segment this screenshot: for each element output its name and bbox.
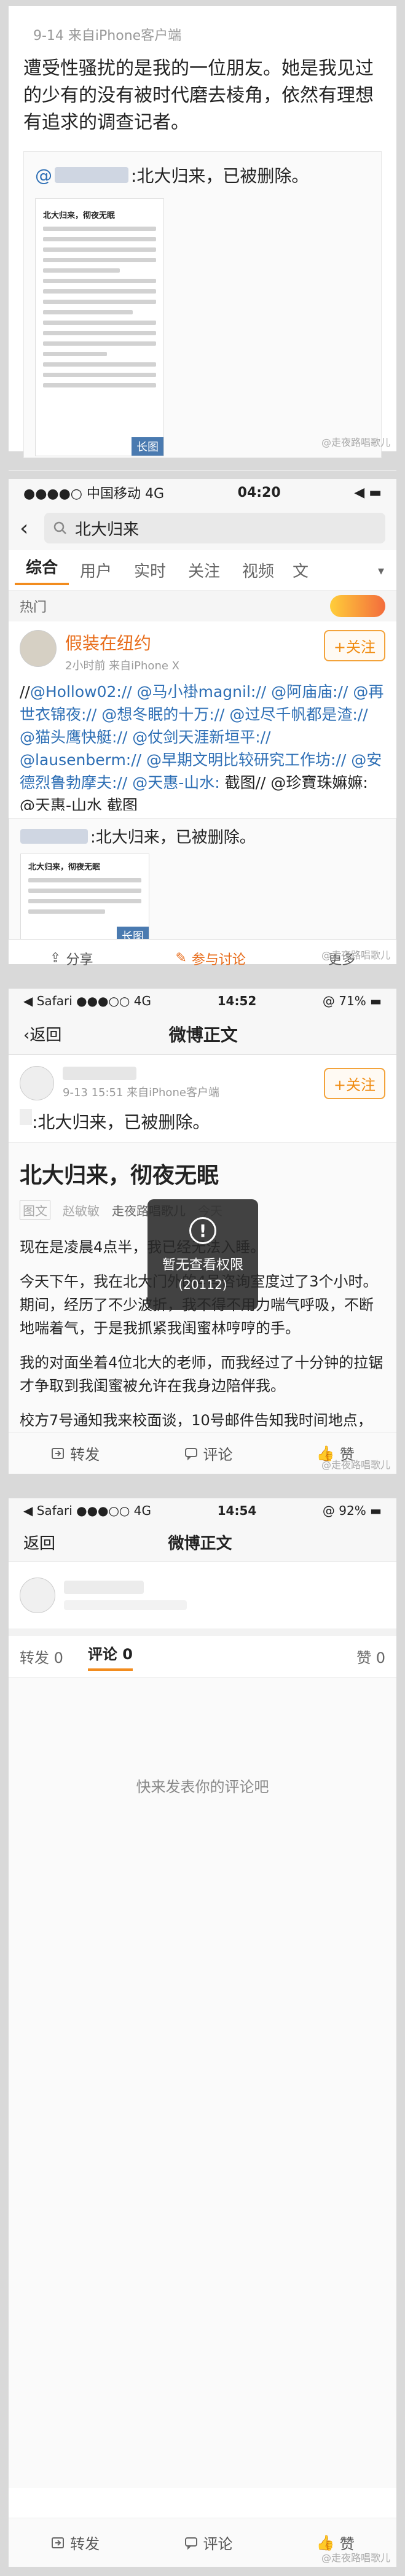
tab-reposts[interactable]: 转发 0	[20, 1646, 63, 1667]
watermark: @走夜路唱歌儿	[321, 2552, 390, 2564]
tab-likes[interactable]: 赞 0	[356, 1646, 385, 1667]
post-card-1: 9-14 来自iPhone客户端 遭受性骚扰的是我的一位朋友。她是我见过的少有的…	[9, 6, 396, 501]
follow-button[interactable]: +关注	[323, 1067, 385, 1099]
toast-title: 暂无查看权限	[162, 1258, 243, 1273]
nav-bar: 返回 微博正文	[9, 1523, 396, 1562]
follow-button[interactable]: +关注	[323, 630, 385, 661]
quoted-post[interactable]: :北大归来，已被删除。 北大归来，彻夜无眠 长图	[9, 818, 396, 940]
watermark: @走夜路唱歌儿	[321, 437, 390, 448]
hot-label: 热门	[20, 600, 47, 615]
status-bar: ◀ Safari ●●●○○ 4G 14:52 @ 71% ▬	[9, 989, 396, 1013]
blurred-username	[63, 1067, 136, 1080]
page-title: 微博正文	[168, 1024, 238, 1045]
search-query: 北大归来	[75, 520, 140, 539]
avatar[interactable]	[20, 1066, 54, 1100]
repost-chain-text: //@Hollow02:// @马小褂magnil:// @阿庙庙:// @再世…	[20, 683, 384, 811]
long-image-tag: 长图	[132, 437, 163, 456]
avatar[interactable]	[20, 1578, 55, 1613]
tab-realtime[interactable]: 实时	[123, 559, 177, 582]
repost-icon	[52, 1447, 65, 1459]
nav-bar: ‹ 返回 微博正文	[9, 1013, 396, 1055]
promo-banner[interactable]	[330, 595, 385, 617]
status-bar: ◀ Safari ●●●○○ 4G 14:54 @ 92% ▬	[9, 1498, 396, 1523]
comment-tabs: 转发 0 评论 0 赞 0	[9, 1636, 396, 1678]
comment-icon	[184, 1447, 197, 1460]
thumb-title: 北大归来，彻夜无眠	[28, 863, 101, 872]
back-arrow-icon[interactable]: ‹	[20, 516, 44, 541]
chevron-down-icon[interactable]: ▾	[378, 563, 384, 578]
blurred-username	[64, 1581, 144, 1594]
search-icon	[53, 521, 66, 534]
repost-button[interactable]: 转发	[50, 1442, 100, 1464]
blurred-username	[20, 828, 88, 844]
long-image-thumbnail[interactable]: 北大归来，彻夜无眠 长图	[35, 198, 164, 456]
article-paragraph: 我的对面坐着4位北大的老师，而我经过了十分钟的拉锯才争取到我闺蜜被允许在我身边陪…	[20, 1354, 383, 1395]
quoted-text: :北大归来，已被删除。	[131, 166, 309, 186]
search-box[interactable]: 北大归来	[44, 513, 385, 543]
post-time: 9-13 15:51 来自iPhone客户端	[63, 1086, 219, 1099]
post-header	[9, 1562, 396, 1636]
article-card[interactable]: 北大归来，彻夜无眠 图文 赵敏敏 走夜路唱歌儿 今天 现在是凌晨4点半，我已经无…	[9, 1142, 396, 1460]
back-button[interactable]: ‹ 返回	[23, 1022, 61, 1045]
post-header: 假装在纽约 2小时前 来自iPhone X +关注	[9, 621, 396, 673]
tab-following[interactable]: 关注	[177, 559, 231, 582]
back-arrow-icon: ‹	[23, 1026, 30, 1045]
permission-toast: ! 暂无查看权限 (20112)	[147, 1199, 258, 1310]
long-image-thumbnail[interactable]: 北大归来，彻夜无眠 长图	[20, 854, 149, 939]
username[interactable]: 假装在纽约	[65, 630, 324, 655]
repost-icon	[52, 2537, 65, 2548]
tab-users[interactable]: 用户	[69, 559, 123, 582]
hot-label-row: 热门	[9, 591, 396, 621]
search-tabs: 综合 用户 实时 关注 视频 文 ▾	[9, 550, 396, 591]
search-screen: ●●●●○ 中国移动 4G 04:20 ◀ ▬ ‹ 北大归来 综合 用户 实时 …	[9, 479, 396, 968]
quoted-user-link[interactable]: @	[35, 165, 52, 185]
status-bar: ●●●●○ 中国移动 4G 04:20 ◀ ▬	[9, 479, 396, 506]
watermark: @走夜路唱歌儿	[321, 949, 390, 961]
comment-button[interactable]: 评论	[184, 1442, 233, 1464]
toast-code: (20112)	[178, 1277, 227, 1292]
blurred-username	[55, 167, 128, 183]
article-title: 北大归来，彻夜无眠	[20, 1163, 219, 1188]
comments-empty-area: 快来发表你的评论吧	[9, 1678, 396, 2488]
warning-icon: !	[189, 1217, 216, 1244]
blurred-meta	[64, 1600, 187, 1610]
tab-video[interactable]: 视频	[231, 559, 285, 582]
post-meta: 9-14 来自iPhone客户端	[33, 28, 182, 44]
watermark: @走夜路唱歌儿	[321, 1459, 390, 1471]
back-button[interactable]: 返回	[23, 1531, 55, 1554]
post-text: 遭受性骚扰的是我的一位朋友。她是我见过的少有的没有被时代磨去棱角，依然有理想有追…	[23, 58, 374, 133]
post-time: 2小时前 来自iPhone X	[65, 660, 179, 672]
tab-all[interactable]: 综合	[15, 555, 69, 585]
share-icon: ⇪	[50, 951, 61, 966]
thumb-title: 北大归来，彻夜无眠	[43, 211, 116, 220]
quoted-text: :北大归来，已被删除。	[90, 828, 256, 847]
discuss-icon: ✎	[175, 951, 187, 966]
empty-comments-text: 快来发表你的评论吧	[136, 1778, 269, 1796]
comment-icon	[184, 2537, 197, 2550]
tab-comments[interactable]: 评论 0	[87, 1642, 133, 1671]
repost-button[interactable]: 转发	[50, 2532, 100, 2553]
quoted-post[interactable]: @ :北大归来，已被删除。 北大归来，彻夜无眠 长图	[23, 151, 382, 458]
long-image-tag: 长图	[117, 927, 149, 939]
comments-screen: ◀ Safari ●●●○○ 4G 14:54 @ 92% ▬ 返回 微博正文 …	[9, 1498, 396, 2567]
page-title: 微博正文	[168, 1535, 232, 1553]
share-button[interactable]: ⇪ 分享	[50, 949, 93, 968]
thumbs-up-icon: 👍	[316, 2534, 335, 2551]
search-header: ‹ 北大归来	[9, 506, 396, 550]
avatar[interactable]	[20, 630, 57, 667]
detail-screen: ◀ Safari ●●●○○ 4G 14:52 @ 71% ▬ ‹ 返回 微博正…	[9, 989, 396, 1474]
post-header: 9-13 15:51 来自iPhone客户端 +关注	[9, 1055, 396, 1100]
discuss-button[interactable]: ✎ 参与讨论	[175, 949, 245, 968]
comment-button[interactable]: 评论	[184, 2532, 233, 2553]
deleted-notice: :北大归来，已被删除。	[9, 1100, 396, 1134]
blurred-username	[20, 1109, 32, 1125]
tab-article[interactable]: 文	[285, 559, 316, 582]
